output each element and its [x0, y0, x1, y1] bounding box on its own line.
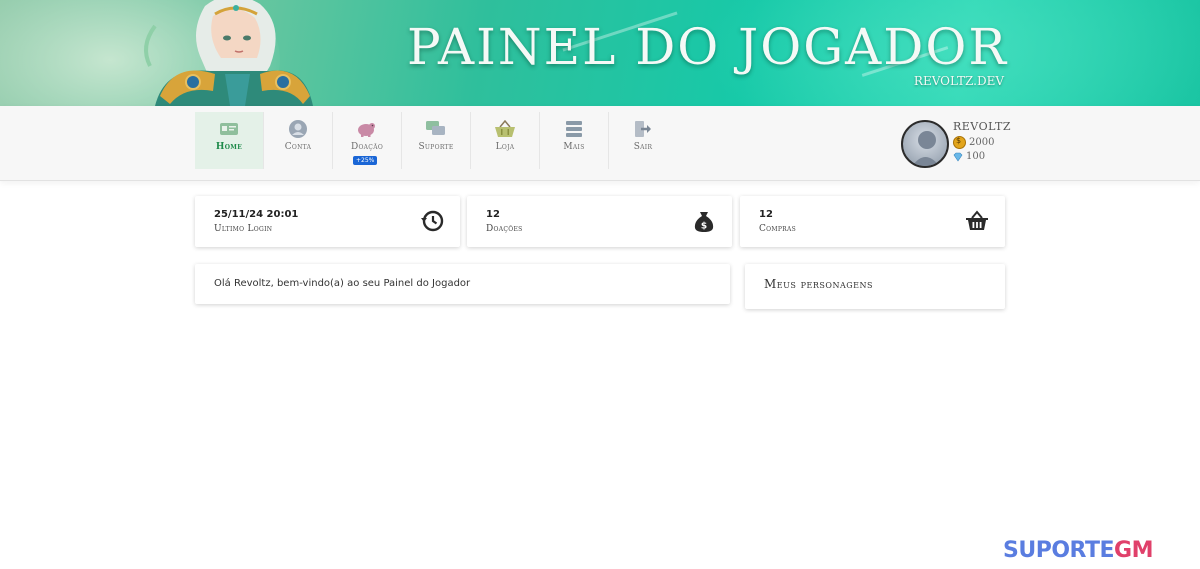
stat-card-donations: 12 Doações $ — [467, 196, 732, 247]
menu-icon — [563, 119, 585, 139]
diamond-icon — [953, 152, 963, 162]
coin-icon — [953, 136, 966, 149]
hero-character-illustration — [144, 0, 313, 106]
nav-item-suporte[interactable]: Suporte — [402, 112, 471, 169]
welcome-message: Olá Revoltz, bem-vindo(a) ao seu Painel … — [214, 278, 471, 289]
gems-balance: 100 — [953, 151, 985, 162]
watermark-logo: SUPORTEGM — [1003, 538, 1153, 563]
nav-label-home: Home — [215, 142, 243, 152]
money-bag-icon: $ — [694, 212, 714, 232]
banner-subtitle: REVOLTZ.DEV — [913, 74, 1004, 88]
basket-icon — [494, 119, 516, 139]
purchases-label: Compras — [759, 224, 797, 234]
coins-value: 2000 — [969, 137, 995, 148]
donations-value: 12 — [486, 209, 500, 220]
history-icon — [421, 210, 444, 232]
user-name: REVOLTZ — [953, 120, 1011, 133]
nav-item-loja[interactable]: Loja — [471, 112, 540, 169]
banner-title: PAINEL DO JOGADOR — [406, 18, 1008, 76]
stat-card-last-login: 25/11/24 20:01 Ultimo Login — [195, 196, 460, 247]
nav-label-doacao: Doação — [350, 142, 384, 152]
basket-icon — [966, 210, 988, 230]
nav-label-mais: Mais — [563, 142, 585, 152]
nav-item-mais[interactable]: Mais — [540, 112, 609, 169]
svg-text:$: $ — [701, 222, 707, 232]
characters-title: Meus personagens — [764, 277, 873, 291]
piggy-bank-icon — [356, 119, 378, 139]
nav-label-suporte: Suporte — [418, 142, 454, 152]
gems-value: 100 — [966, 151, 986, 162]
user-circle-icon — [287, 119, 309, 139]
coins-balance: 2000 — [953, 136, 994, 149]
nav-menu: Home Conta Doação +25% Suporte Loja Mais… — [195, 112, 677, 169]
bonus-badge: +25% — [353, 156, 378, 165]
stat-card-purchases: 12 Compras — [740, 196, 1005, 247]
nav-item-conta[interactable]: Conta — [264, 112, 333, 169]
nav-label-sair: Sair — [633, 142, 653, 152]
donations-label: Doações — [486, 224, 523, 234]
purchases-value: 12 — [759, 209, 773, 220]
header-banner: PAINEL DO JOGADOR REVOLTZ.DEV — [0, 0, 1200, 106]
nav-label-loja: Loja — [495, 142, 515, 152]
last-login-value: 25/11/24 20:01 — [214, 209, 299, 220]
id-card-icon — [218, 119, 240, 139]
nav-item-home[interactable]: Home — [195, 112, 264, 169]
logout-icon — [632, 119, 654, 139]
welcome-card: Olá Revoltz, bem-vindo(a) ao seu Painel … — [195, 264, 730, 304]
characters-card: Meus personagens — [745, 264, 1005, 309]
avatar[interactable] — [901, 120, 949, 168]
last-login-label: Ultimo Login — [214, 224, 273, 234]
nav-item-doacao[interactable]: Doação +25% — [333, 112, 402, 169]
nav-item-sair[interactable]: Sair — [609, 112, 677, 169]
nav-label-conta: Conta — [284, 142, 312, 152]
chat-bubbles-icon — [425, 119, 447, 139]
top-navbar: Home Conta Doação +25% Suporte Loja Mais… — [0, 106, 1200, 181]
